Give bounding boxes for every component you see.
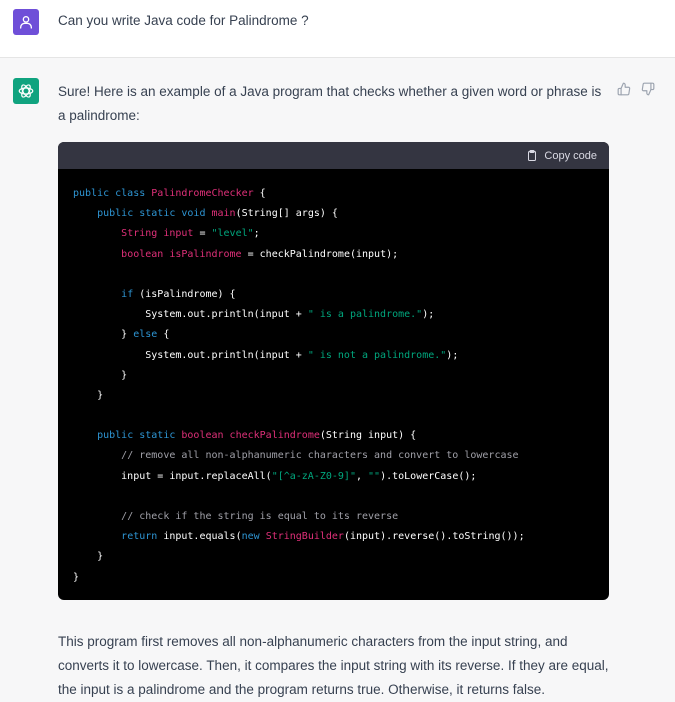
code-token: (input).reverse().toString()); (343, 531, 525, 543)
thumbs-up-icon (617, 82, 631, 96)
code-token: if (121, 288, 134, 300)
code-token: ); (422, 309, 435, 321)
code-token: input = input.replaceAll( (73, 470, 272, 482)
code-line: } (73, 366, 594, 386)
thumbs-down-icon (641, 82, 655, 96)
code-token: { (253, 188, 266, 199)
code-line: } (73, 547, 594, 567)
code-token: System.out.println(input + (73, 349, 308, 361)
code-token: else (133, 329, 158, 341)
code-line: } (73, 568, 594, 588)
thumbs-up-button[interactable] (617, 82, 631, 96)
assistant-outro-text: This program first removes all non-alpha… (58, 634, 609, 697)
code-token: // remove all non-alphanumeric character… (121, 450, 519, 462)
code-token: } (73, 551, 104, 563)
code-line: if (isPalindrome) { (73, 285, 594, 305)
code-token: } (73, 571, 80, 583)
code-token: "[^a-zA-Z0-9]" (271, 470, 356, 482)
code-line: return input.equals(new StringBuilder(in… (73, 527, 594, 547)
code-line: // remove all non-alphanumeric character… (73, 446, 594, 466)
code-block-header: Copy code (58, 142, 609, 169)
code-token: return (121, 531, 158, 543)
code-token: (String[] args) { (235, 208, 338, 220)
code-line: } (73, 386, 594, 406)
clipboard-icon (528, 150, 537, 161)
code-content: public class PalindromeChecker { public … (58, 169, 609, 588)
code-token: input.equals( (157, 531, 242, 543)
code-token: PalindromeChecker (151, 188, 254, 199)
code-line: // check if the string is equal to its r… (73, 507, 594, 527)
copy-code-button[interactable]: Copy code (526, 149, 597, 162)
code-token: public static void (97, 208, 212, 220)
assistant-intro-text: Sure! Here is an example of a Java progr… (58, 84, 602, 123)
person-icon (20, 16, 32, 29)
code-token: // check if the string is equal to its r… (121, 511, 399, 522)
code-token: "level" (211, 228, 254, 240)
code-token: System.out.println(input + (73, 309, 308, 321)
code-token: ); (446, 349, 459, 361)
code-token: = checkPalindrome(input); (241, 248, 399, 260)
code-line: input = input.replaceAll("[^a-zA-Z0-9]",… (73, 467, 594, 487)
code-line: public class PalindromeChecker { (73, 184, 594, 204)
code-token: , (355, 470, 369, 482)
code-token: { (157, 329, 170, 341)
code-token: } (73, 329, 134, 341)
code-token: "" (368, 470, 381, 482)
code-token: } (73, 389, 104, 401)
code-token: (String input) { (319, 430, 417, 442)
user-message-row: Can you write Java code for Palindrome ? (0, 0, 675, 58)
openai-logo-icon (18, 84, 34, 98)
assistant-avatar (13, 78, 39, 104)
code-line: System.out.println(input + " is not a pa… (73, 346, 594, 366)
code-token: } (73, 369, 128, 381)
code-line: String input = "level"; (73, 224, 594, 244)
code-line: boolean isPalindrome = checkPalindrome(i… (73, 245, 594, 265)
user-avatar (13, 9, 39, 35)
code-token: boolean checkPalindrome (181, 430, 320, 442)
code-token: main (211, 208, 236, 220)
code-token: StringBuilder (265, 531, 344, 543)
code-token: new (241, 531, 266, 543)
code-token: (isPalindrome) { (133, 288, 236, 300)
code-token: " is a palindrome." (307, 309, 423, 321)
code-token: ).toLowerCase(); (380, 470, 477, 482)
code-token: " is not a palindrome." (307, 349, 447, 361)
code-line: } else { (73, 325, 594, 345)
copy-code-label: Copy code (544, 149, 597, 162)
code-line: System.out.println(input + " is a palind… (73, 305, 594, 325)
code-token: = (193, 228, 212, 240)
code-line: public static boolean checkPalindrome(St… (73, 426, 594, 446)
code-token: String input (121, 228, 194, 240)
code-token: ; (253, 228, 260, 240)
user-message-text: Can you write Java code for Palindrome ? (58, 13, 309, 28)
assistant-message-row: Sure! Here is an example of a Java progr… (0, 58, 675, 701)
code-line: public static void main(String[] args) { (73, 204, 594, 224)
code-token: boolean isPalindrome (121, 248, 242, 260)
thumbs-down-button[interactable] (641, 82, 655, 96)
code-token: public class (73, 188, 152, 199)
code-token: public static (97, 430, 182, 442)
code-block: Copy code public class PalindromeChecker… (58, 142, 609, 600)
